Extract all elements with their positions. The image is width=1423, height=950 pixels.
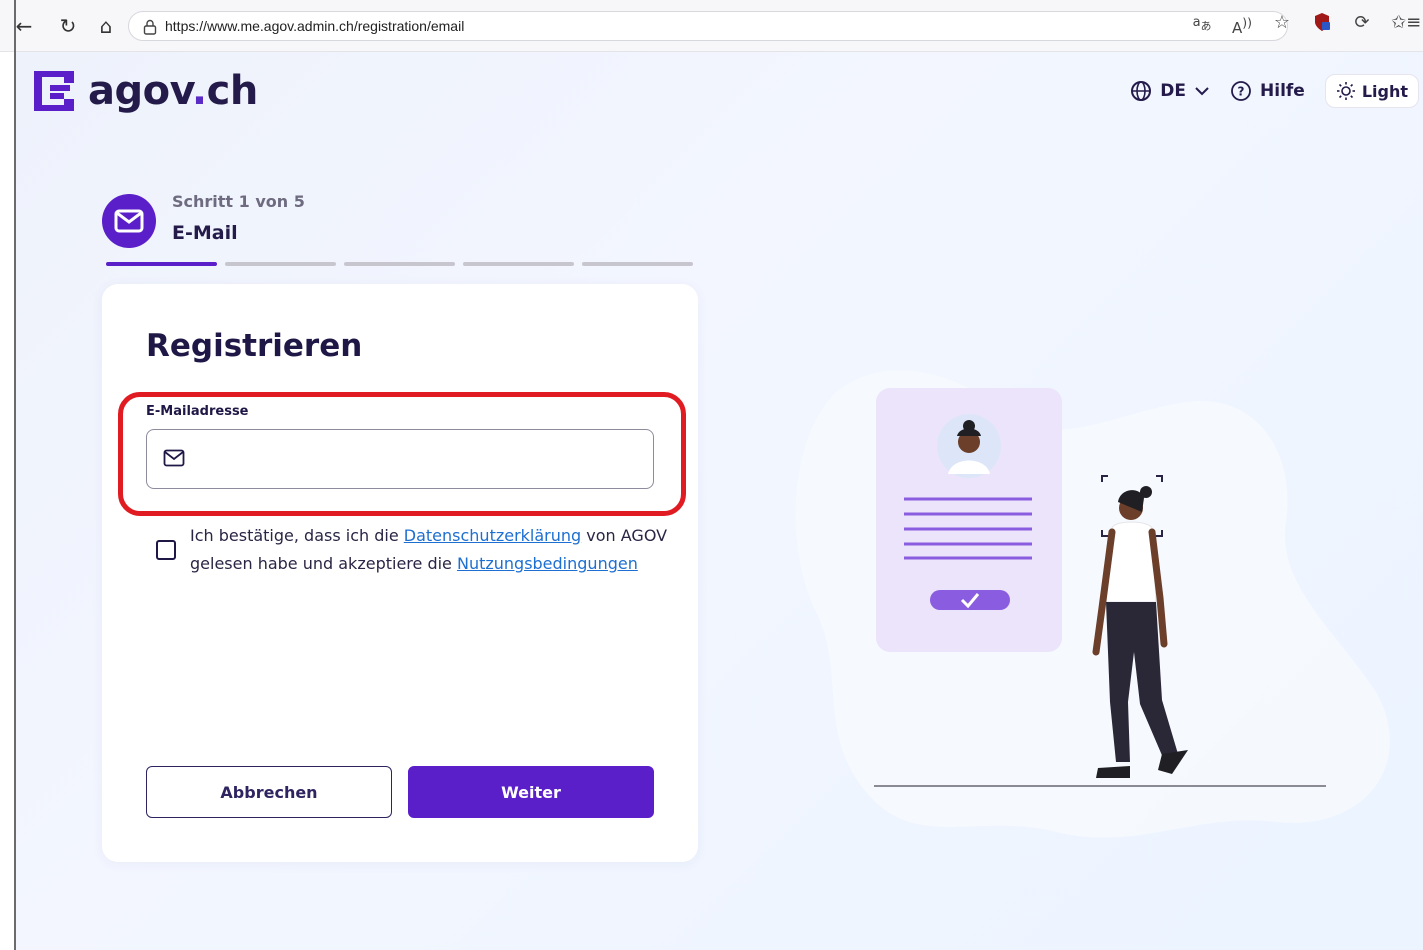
mail-icon <box>163 449 185 467</box>
step-counter: Schritt 1 von 5 <box>172 192 305 211</box>
progress-segment <box>225 262 336 266</box>
cancel-button[interactable]: Abbrechen <box>146 766 392 818</box>
page-title: Registrieren <box>146 328 363 364</box>
page: agov.ch DE ? Hilfe Light Schritt 1 von 5… <box>16 52 1423 950</box>
theme-toggle[interactable]: Light <box>1324 74 1419 108</box>
language-selector[interactable]: DE <box>1130 80 1210 102</box>
registration-card: Registrieren E-Mailadresse Ich bestätige… <box>102 284 698 862</box>
envelope-icon <box>114 209 144 233</box>
theme-label: Light <box>1361 81 1408 101</box>
registration-illustration <box>795 370 1390 838</box>
help-label: Hilfe <box>1260 81 1305 101</box>
consent-checkbox[interactable] <box>156 540 176 560</box>
globe-icon <box>1131 81 1152 101</box>
privacy-policy-link[interactable]: Datenschutzerklärung <box>404 526 581 545</box>
logo-text: agov.ch <box>88 68 258 114</box>
email-field-wrapper[interactable] <box>146 429 654 489</box>
help-link[interactable]: ? Hilfe <box>1230 80 1305 102</box>
email-input[interactable] <box>197 430 637 488</box>
logo[interactable]: agov.ch <box>32 68 258 114</box>
progress-segment <box>463 262 574 266</box>
sun-icon <box>1336 82 1355 100</box>
progress-segment <box>106 262 217 266</box>
help-circle-icon: ? <box>1231 81 1251 101</box>
svg-text:?: ? <box>1238 85 1245 99</box>
progress-segment <box>344 262 455 266</box>
terms-of-use-link[interactable]: Nutzungsbedingungen <box>457 554 638 573</box>
agov-logo-icon <box>34 71 74 111</box>
progress-segment <box>582 262 693 266</box>
consent-text: Ich bestätige, dass ich die Datenschutze… <box>190 526 668 573</box>
email-label: E-Mailadresse <box>146 404 249 419</box>
next-button[interactable]: Weiter <box>408 766 654 818</box>
step-name: E-Mail <box>172 222 238 244</box>
step-icon-circle <box>102 194 156 248</box>
step-progress-bar <box>106 262 693 266</box>
language-label: DE <box>1160 81 1187 101</box>
chevron-down-icon <box>1195 87 1209 96</box>
